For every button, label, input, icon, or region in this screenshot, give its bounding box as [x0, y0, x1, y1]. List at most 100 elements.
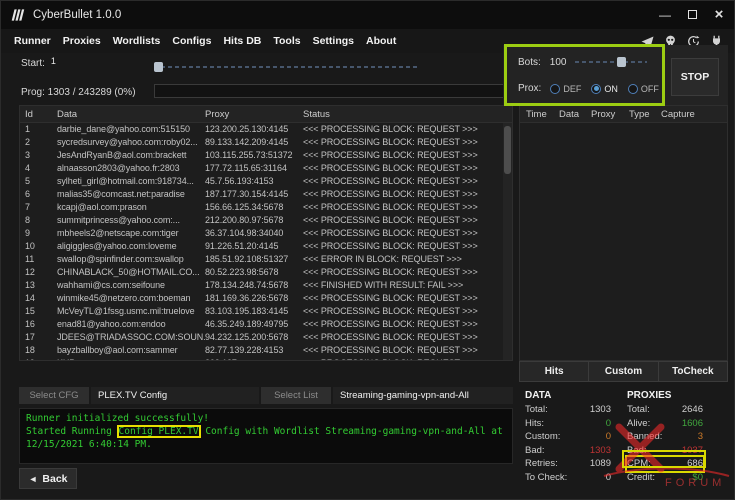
- stat-label: Banned:: [627, 430, 662, 444]
- table-row[interactable]: 4 alnaasson2803@yahoo.fr:2803 177.72.115…: [20, 162, 503, 175]
- back-label: Back: [42, 473, 67, 485]
- menu-item[interactable]: Runner: [14, 35, 51, 47]
- table-row[interactable]: 19 KHP... 202.137... <<< PROCESSING BLOC…: [20, 357, 503, 360]
- progress-bar: [154, 84, 513, 98]
- table-row[interactable]: 7 kcapj@aol.com:prason 156.66.125.34:567…: [20, 201, 503, 214]
- prox-option-off[interactable]: OFF: [628, 84, 659, 94]
- column-proxy[interactable]: Proxy: [591, 109, 629, 120]
- scrollbar[interactable]: [503, 123, 512, 360]
- table-row[interactable]: 12 CHINABLACK_50@HOTMAIL.CO... 80.52.223…: [20, 266, 503, 279]
- cell-id: 9: [25, 227, 57, 240]
- cell-status: <<< PROCESSING BLOCK: REQUEST >>>: [303, 136, 503, 149]
- start-row: Start: 1: [21, 58, 56, 69]
- maximize-button[interactable]: [685, 9, 699, 21]
- column-data[interactable]: Data: [559, 109, 591, 120]
- menu-item[interactable]: Tools: [273, 35, 300, 47]
- column-proxy[interactable]: Proxy: [205, 109, 303, 120]
- table-row[interactable]: 16 enad81@yahoo.com:endoo 46.35.249.189:…: [20, 318, 503, 331]
- menu-item[interactable]: Settings: [313, 35, 354, 47]
- stat-row: Credit: $0: [627, 471, 703, 485]
- table-row[interactable]: 15 McVeyTL@1fssg.usmc.mil:truelove 83.10…: [20, 305, 503, 318]
- menu-item[interactable]: Proxies: [63, 35, 101, 47]
- cell-proxy: 178.134.248.74:5678: [205, 279, 303, 292]
- table-row[interactable]: 3 JesAndRyanB@aol.com:brackett 103.115.2…: [20, 149, 503, 162]
- cell-status: <<< PROCESSING BLOCK: REQUEST >>>: [303, 318, 503, 331]
- cell-status: <<< ERROR IN BLOCK: REQUEST >>>: [303, 253, 503, 266]
- stat-value: 0: [581, 417, 611, 431]
- results-table: Time Data Proxy Type Capture: [519, 105, 728, 361]
- cell-status: <<< PROCESSING BLOCK: REQUEST >>>: [303, 331, 503, 344]
- menu-item[interactable]: About: [366, 35, 396, 47]
- cell-proxy: 177.72.115.65:31164: [205, 162, 303, 175]
- cell-id: 16: [25, 318, 57, 331]
- start-value: 1: [51, 56, 56, 66]
- close-button[interactable]: ×: [712, 9, 726, 21]
- column-capture[interactable]: Capture: [661, 109, 727, 120]
- cell-id: 11: [25, 253, 57, 266]
- stat-row: To Check: 0: [525, 471, 611, 485]
- stat-value: 0: [581, 471, 611, 485]
- cell-id: 18: [25, 344, 57, 357]
- column-data[interactable]: Data: [57, 109, 205, 120]
- select-cfg-button[interactable]: Select CFG: [19, 387, 89, 404]
- table-row[interactable]: 10 aligiggles@yahoo.com:loveme 91.226.51…: [20, 240, 503, 253]
- cell-data: KHP...: [57, 357, 205, 360]
- back-button[interactable]: ◄ Back: [19, 468, 77, 489]
- stat-value: 1303: [581, 403, 611, 417]
- data-stats: DATA Total: 1303 Hits: 0 Custom:: [525, 388, 611, 484]
- menu-item[interactable]: Wordlists: [113, 35, 161, 47]
- table-row[interactable]: 6 malias35@comcast.net:paradise 187.177.…: [20, 188, 503, 201]
- stat-row: Total: 1303: [525, 403, 611, 417]
- tab-hits[interactable]: Hits: [519, 361, 589, 382]
- bots-slider[interactable]: [575, 56, 647, 68]
- table-row[interactable]: 9 mbheels2@netscape.com:tiger 36.37.104.…: [20, 227, 503, 240]
- prox-option-on[interactable]: ON: [591, 84, 618, 94]
- column-status[interactable]: Status: [303, 109, 512, 120]
- table-row[interactable]: 5 sylheti_girl@hotmail.com:918734... 45.…: [20, 175, 503, 188]
- prox-option-label: ON: [604, 84, 618, 94]
- cell-status: <<< PROCESSING BLOCK: REQUEST >>>: [303, 188, 503, 201]
- cell-proxy: 46.35.249.189:49795: [205, 318, 303, 331]
- cell-data: winmike45@netzero.com:boeman: [57, 292, 205, 305]
- titlebar: CyberBullet 1.0.0 — ×: [1, 1, 735, 29]
- cell-status: <<< PROCESSING BLOCK: REQUEST >>>: [303, 123, 503, 136]
- select-list-button[interactable]: Select List: [261, 387, 331, 404]
- wordlist-name: Streaming-gaming-vpn-and-All: [333, 387, 513, 404]
- column-type[interactable]: Type: [629, 109, 661, 120]
- table-row[interactable]: 18 bayzballboy@aol.com:sammer 82.77.139.…: [20, 344, 503, 357]
- start-slider[interactable]: [154, 61, 419, 73]
- menu-item[interactable]: Configs: [172, 35, 211, 47]
- column-time[interactable]: Time: [526, 109, 559, 120]
- tab-tocheck[interactable]: ToCheck: [659, 361, 728, 382]
- cell-id: 14: [25, 292, 57, 305]
- table-row[interactable]: 2 sycredsurvey@yahoo.com:roby02... 89.13…: [20, 136, 503, 149]
- cell-data: alnaasson2803@yahoo.fr:2803: [57, 162, 205, 175]
- radio-icon: [628, 84, 638, 94]
- prox-option-def[interactable]: DEF: [550, 84, 581, 94]
- menu-item[interactable]: Hits DB: [223, 35, 261, 47]
- cell-status: <<< PROCESSING BLOCK: REQUEST >>>: [303, 344, 503, 357]
- scrollbar-thumb[interactable]: [504, 126, 511, 174]
- cell-data: malias35@comcast.net:paradise: [57, 188, 205, 201]
- table-row[interactable]: 14 winmike45@netzero.com:boeman 181.169.…: [20, 292, 503, 305]
- column-id[interactable]: Id: [25, 109, 57, 120]
- cell-proxy: 45.7.56.193:4153: [205, 175, 303, 188]
- tab-custom[interactable]: Custom: [589, 361, 658, 382]
- cell-proxy: 83.103.195.183:4145: [205, 305, 303, 318]
- table-row[interactable]: 13 wahhami@cs.com:seifoune 178.134.248.7…: [20, 279, 503, 292]
- table-row[interactable]: 17 JDEES@TRIADASSOC.COM:SOUN... 94.232.1…: [20, 331, 503, 344]
- stat-label: Total:: [627, 403, 650, 417]
- prox-row: Prox: DEF ON OFF: [518, 83, 659, 94]
- stop-button[interactable]: STOP: [671, 58, 719, 96]
- minimize-button[interactable]: —: [658, 9, 672, 21]
- slider-thumb[interactable]: [617, 57, 626, 67]
- app-logo-icon: [11, 8, 25, 22]
- config-name: PLEX.TV Config: [91, 387, 259, 404]
- cell-status: <<< PROCESSING BLOCK: REQUEST >>>: [303, 266, 503, 279]
- table-row[interactable]: 1 darbie_dane@yahoo.com:515150 123.200.2…: [20, 123, 503, 136]
- cell-status: <<< PROCESSING BLOCK: REQUEST >>>: [303, 201, 503, 214]
- slider-thumb[interactable]: [154, 62, 163, 72]
- cell-data: sylheti_girl@hotmail.com:918734...: [57, 175, 205, 188]
- table-row[interactable]: 11 swallop@spinfinder.com:swallop 185.51…: [20, 253, 503, 266]
- table-row[interactable]: 8 summitprincess@yahoo.com:... 212.200.8…: [20, 214, 503, 227]
